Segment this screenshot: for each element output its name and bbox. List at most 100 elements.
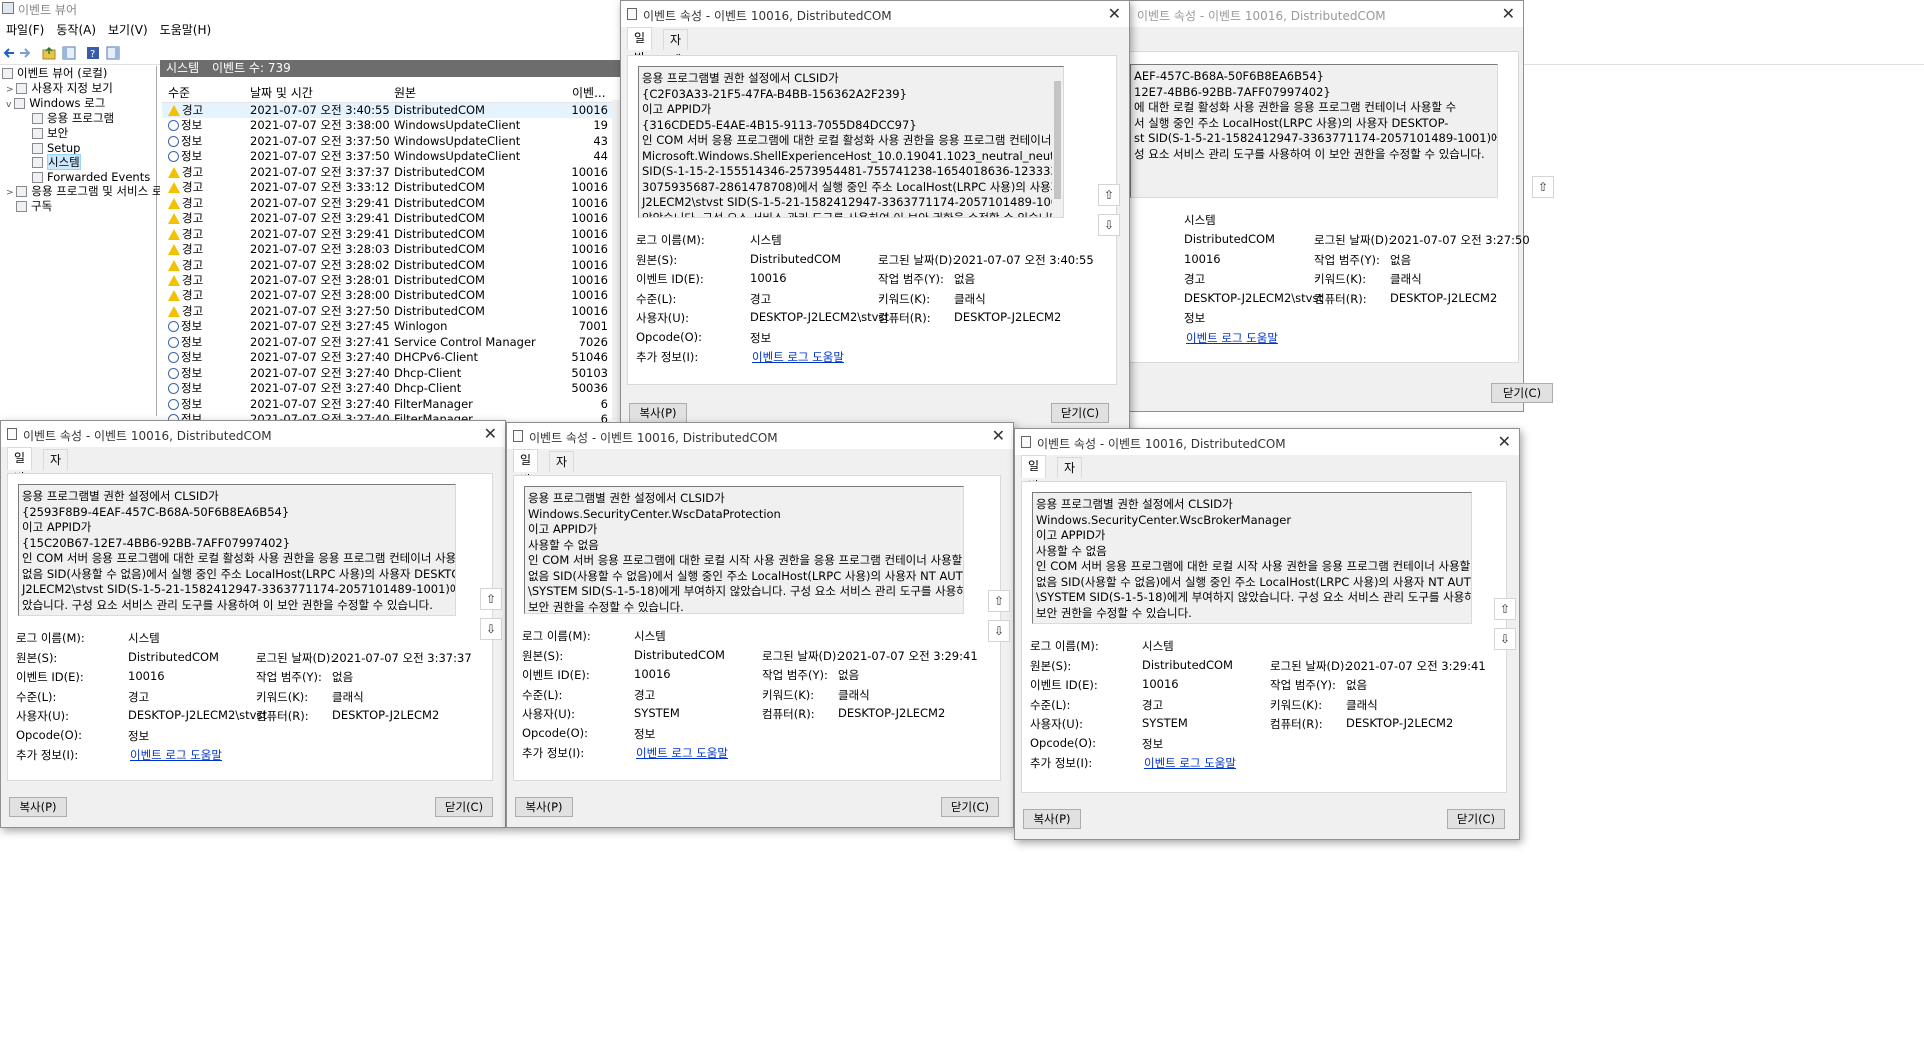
event-list-scrollbar[interactable] <box>612 100 620 420</box>
table-row[interactable]: 경고 2021-07-07 오전 3:29:41 DistributedCOM 100… <box>162 211 620 226</box>
menu-help[interactable]: 도움말(H) <box>154 20 218 40</box>
table-row[interactable]: 경고 2021-07-07 오전 3:29:41 DistributedCOM 100… <box>162 227 620 242</box>
show-hide-tree-icon[interactable] <box>62 46 76 60</box>
help-link[interactable]: 이벤트 로그 도움말 <box>1144 755 1236 771</box>
tab-general[interactable]: 일반 <box>513 449 539 487</box>
copy-button[interactable]: 복사(P) <box>9 797 67 817</box>
col-event-id[interactable]: 이벤... <box>572 84 606 102</box>
next-event-icon[interactable]: ⇩ <box>988 620 1010 642</box>
user-value: DESKTOP-J2LECM2\stvst <box>750 310 889 324</box>
close-button[interactable]: 닫기(C) <box>941 797 999 817</box>
tab-details[interactable]: 자세히 <box>1057 457 1083 515</box>
table-row[interactable]: 정보 2021-07-07 오전 3:37:50 WindowsUpdateClie… <box>162 149 620 164</box>
date-cell: 2021-07-07 오전 3:27:40 <box>250 396 390 411</box>
tab-details[interactable]: 자세히 <box>43 449 69 507</box>
event-description[interactable]: 응용 프로그램별 권한 설정에서 CLSID가 Windows.SecurityC… <box>524 486 964 614</box>
close-button[interactable]: 닫기(C) <box>1051 403 1109 423</box>
col-level[interactable]: 수준 <box>168 84 190 102</box>
table-row[interactable]: 정보 2021-07-07 오전 3:27:41 Service Control M… <box>162 335 620 350</box>
dialog-back-close-button[interactable]: 닫기(C) <box>1491 383 1553 403</box>
table-row[interactable]: 경고 2021-07-07 오전 3:37:37 DistributedCOM 100… <box>162 165 620 180</box>
close-button[interactable]: 닫기(C) <box>435 797 493 817</box>
close-icon[interactable]: ✕ <box>992 426 1005 445</box>
table-row[interactable]: 경고 2021-07-07 오전 3:28:02 DistributedCOM 100… <box>162 258 620 273</box>
copy-button[interactable]: 복사(P) <box>1023 809 1081 829</box>
help-icon[interactable]: ? <box>86 46 100 60</box>
table-row[interactable]: 경고 2021-07-07 오전 3:33:12 DistributedCOM 100… <box>162 180 620 195</box>
close-icon[interactable]: ✕ <box>484 424 497 443</box>
tree-app-services-logs[interactable]: > 응용 프로그램 및 서비스 로그 <box>6 184 173 199</box>
table-row[interactable]: 정보 2021-07-07 오전 3:27:40 Dhcp-Client 50103 <box>162 366 620 381</box>
table-row[interactable]: 경고 2021-07-07 오전 3:27:50 DistributedCOM 100… <box>162 304 620 319</box>
description-scrollbar[interactable] <box>1052 67 1063 217</box>
previous-event-icon[interactable]: ⇧ <box>988 590 1010 612</box>
copy-button[interactable]: 복사(P) <box>629 403 687 423</box>
previous-event-icon[interactable]: ⇧ <box>480 588 502 610</box>
tab-general[interactable]: 일반 <box>627 27 653 65</box>
dialog-back-close-icon[interactable]: ✕ <box>1502 4 1515 23</box>
show-hide-action-pane-icon[interactable] <box>106 46 120 60</box>
help-link[interactable]: 이벤트 로그 도움말 <box>752 349 844 365</box>
event-id-cell: 7001 <box>578 319 608 334</box>
previous-event-icon[interactable]: ⇧ <box>1532 176 1554 198</box>
task-value: 없음 <box>1346 678 1368 692</box>
table-row[interactable]: 정보 2021-07-07 오전 3:27:40 DHCPv6-Client 5104… <box>162 350 620 365</box>
table-row[interactable]: 정보 2021-07-07 오전 3:37:50 WindowsUpdateClie… <box>162 134 620 149</box>
desc-line: 서 실행 중인 주소 LocalHost(LRPC 사용)의 사용자 DESKT… <box>1134 115 1449 130</box>
tree-root[interactable]: 이벤트 뷰어 (로컬) <box>2 66 107 81</box>
back-arrow-icon[interactable] <box>2 46 16 60</box>
forward-arrow-icon[interactable] <box>18 46 32 60</box>
table-row[interactable]: 정보 2021-07-07 오전 3:27:45 Winlogon 7001 <box>162 319 620 334</box>
event-description[interactable]: 응용 프로그램별 권한 설정에서 CLSID가 {C2F03A33-21F5-47… <box>638 66 1064 218</box>
task-value: 없음 <box>838 668 860 682</box>
table-row[interactable]: 경고 2021-07-07 오전 3:28:03 DistributedCOM 100… <box>162 242 620 257</box>
col-source[interactable]: 원본 <box>394 84 416 102</box>
level-text: 경고 <box>182 242 204 257</box>
next-event-icon[interactable]: ⇩ <box>1494 628 1516 650</box>
help-link[interactable]: 이벤트 로그 도움말 <box>130 747 222 763</box>
tab-general[interactable]: 일반 <box>1021 455 1047 493</box>
folder-up-icon[interactable] <box>42 46 56 60</box>
tree-custom-views[interactable]: > 사용자 지정 보기 <box>6 81 113 96</box>
close-icon[interactable]: ✕ <box>1498 432 1511 451</box>
scrollbar-thumb[interactable] <box>1054 81 1061 199</box>
table-row[interactable]: 경고 2021-07-07 오전 3:29:41 DistributedCOM 100… <box>162 196 620 211</box>
copy-button[interactable]: 복사(P) <box>515 797 573 817</box>
tree-security-log[interactable]: 보안 <box>32 126 68 141</box>
tree-windows-logs[interactable]: v Windows 로그 <box>6 96 105 111</box>
tree-subscriptions[interactable]: 구독 <box>16 199 52 214</box>
event-description[interactable]: 응용 프로그램별 권한 설정에서 CLSID가 Windows.SecurityC… <box>1032 492 1472 624</box>
table-row[interactable]: 정보 2021-07-07 오전 3:27:40 Dhcp-Client 50036 <box>162 381 620 396</box>
menu-action[interactable]: 동작(A) <box>50 20 102 40</box>
table-row[interactable]: 경고 2021-07-07 오전 3:28:00 DistributedCOM 100… <box>162 288 620 303</box>
previous-event-icon[interactable]: ⇧ <box>1494 598 1516 620</box>
table-row[interactable]: 정보 2021-07-07 오전 3:27:40 FilterManager 6 <box>162 397 620 412</box>
tab-general[interactable]: 일반 <box>7 447 33 485</box>
level-cell: 경고 <box>168 103 203 118</box>
next-event-icon[interactable]: ⇩ <box>1098 214 1120 236</box>
source-cell: DistributedCOM <box>394 180 485 195</box>
menu-file[interactable]: 파일(F) <box>0 20 50 40</box>
description-line: {2593F8B9-4EAF-457C-B68A-50F6B8EA6B54} <box>22 504 290 519</box>
close-icon[interactable]: ✕ <box>1108 4 1121 23</box>
keywords-label: 키워드(K): <box>1270 697 1323 712</box>
source-cell: DistributedCOM <box>394 242 485 257</box>
tab-details[interactable]: 자세히 <box>549 451 575 509</box>
event-description[interactable]: 응용 프로그램별 권한 설정에서 CLSID가 {2593F8B9-4EAF-45… <box>18 484 456 616</box>
help-link[interactable]: 이벤트 로그 도움말 <box>636 745 728 761</box>
table-row[interactable]: 정보 2021-07-07 오전 3:38:00 WindowsUpdateClie… <box>162 118 620 133</box>
tree-application-log[interactable]: 응용 프로그램 <box>32 111 114 126</box>
tree-system-log[interactable]: 시스템 <box>32 154 81 170</box>
col-date[interactable]: 날짜 및 시간 <box>250 84 313 102</box>
menu-view[interactable]: 보기(V) <box>102 20 154 40</box>
table-row[interactable]: 경고 2021-07-07 오전 3:28:01 DistributedCOM 100… <box>162 273 620 288</box>
table-row[interactable]: 경고 2021-07-07 오전 3:40:55 DistributedCOM 100… <box>162 103 620 118</box>
next-event-icon[interactable]: ⇩ <box>480 618 502 640</box>
tab-details[interactable]: 자세히 <box>663 29 689 87</box>
previous-event-icon[interactable]: ⇧ <box>1098 184 1120 206</box>
tree-forwarded-events[interactable]: Forwarded Events <box>32 170 150 185</box>
description-line: 응용 프로그램별 권한 설정에서 CLSID가 <box>22 489 219 503</box>
event-id-value: 10016 <box>750 271 787 285</box>
close-button[interactable]: 닫기(C) <box>1447 809 1505 829</box>
dialog-back-help-link[interactable]: 이벤트 로그 도움말 <box>1186 330 1278 346</box>
